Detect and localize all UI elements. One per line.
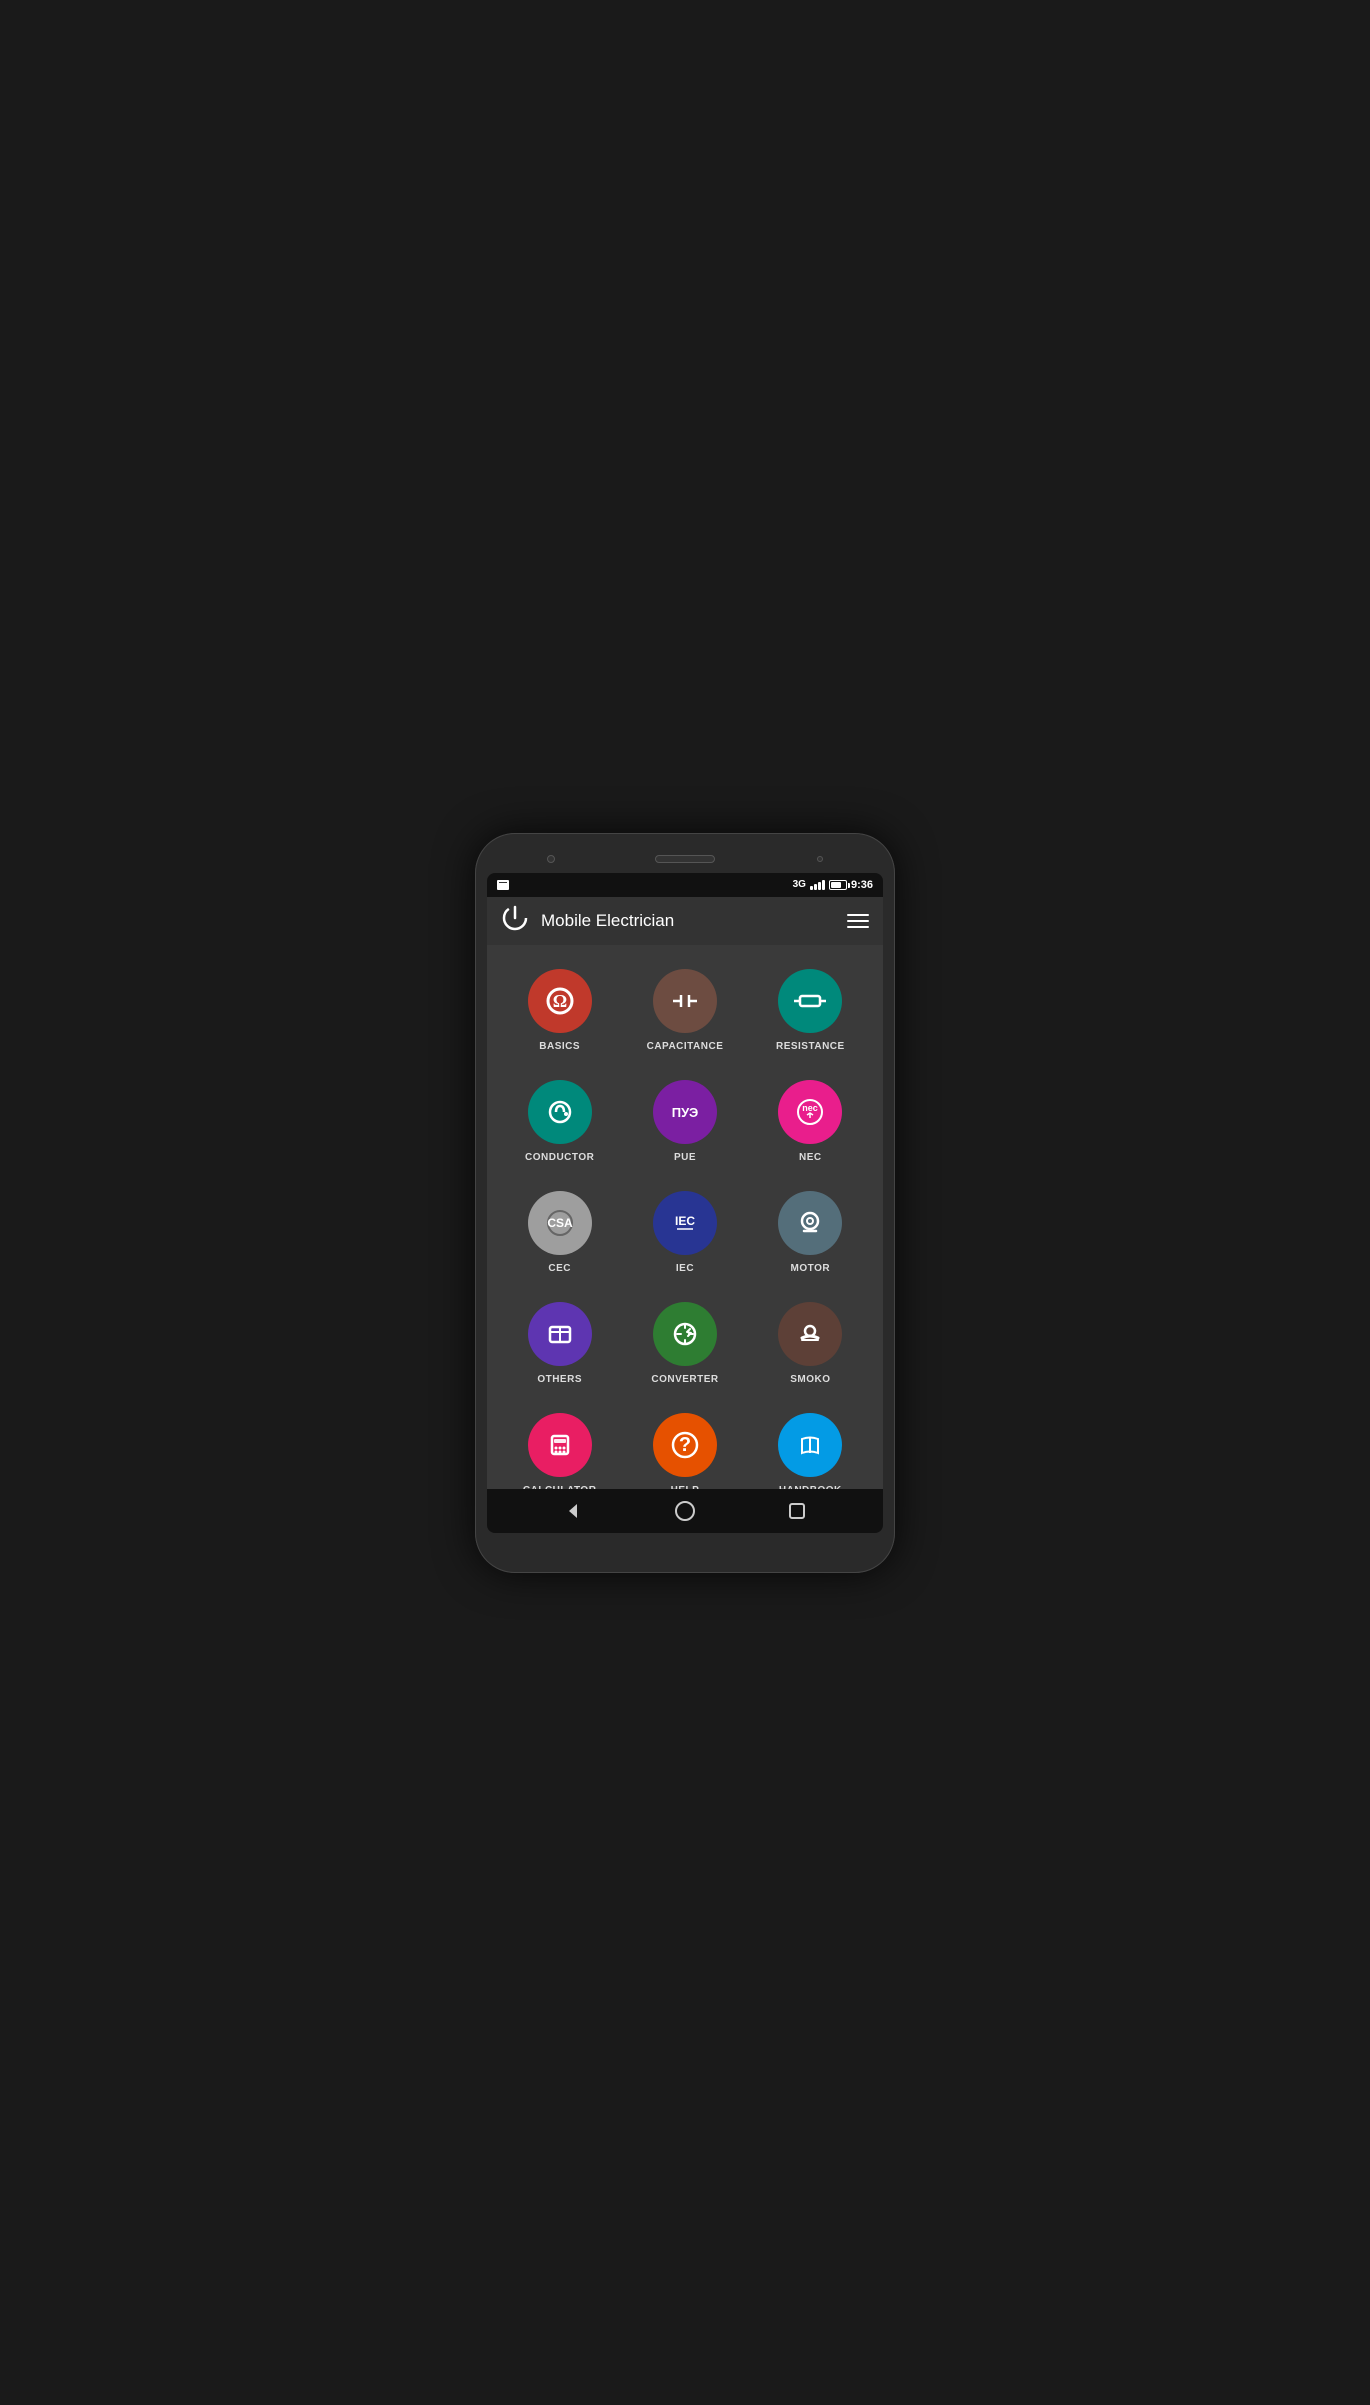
status-right: 3G 9:36 [793, 879, 873, 891]
phone-speaker [655, 855, 715, 863]
grid-item-converter[interactable]: CONVERTER [622, 1288, 747, 1399]
status-left [497, 880, 509, 890]
capacitance-label: CAPACITANCE [647, 1041, 724, 1052]
phone-sensor [817, 856, 823, 862]
grid-item-pue[interactable]: ПУЭ PUE [622, 1066, 747, 1177]
nec-label: NEC [799, 1152, 822, 1163]
grid-item-others[interactable]: OTHERS [497, 1288, 622, 1399]
navigation-bar [487, 1489, 883, 1533]
home-button[interactable] [667, 1493, 703, 1529]
grid-item-cec[interactable]: CSA CEC [497, 1177, 622, 1288]
grid-item-help[interactable]: ? HELP [622, 1399, 747, 1489]
grid-item-smoko[interactable]: SMOKO [748, 1288, 873, 1399]
converter-icon-circle [653, 1302, 717, 1366]
basics-label: BASICS [539, 1041, 580, 1052]
conductor-icon-circle [528, 1080, 592, 1144]
grid-item-handbook[interactable]: HANDBOOK [748, 1399, 873, 1489]
pue-label: PUE [674, 1152, 696, 1163]
grid-item-conductor[interactable]: CONDUCTOR [497, 1066, 622, 1177]
smoko-label: SMOKO [790, 1374, 830, 1385]
converter-label: CONVERTER [651, 1374, 718, 1385]
back-button[interactable] [555, 1493, 591, 1529]
sd-card-icon [497, 880, 509, 890]
cec-icon-circle: CSA [528, 1191, 592, 1255]
clock: 9:36 [851, 879, 873, 891]
grid-item-nec[interactable]: nec NEC [748, 1066, 873, 1177]
help-icon-circle: ? [653, 1413, 717, 1477]
phone-bottom [487, 1533, 883, 1561]
recent-button[interactable] [779, 1493, 815, 1529]
svg-text:Ω: Ω [552, 991, 566, 1011]
header-left: Mobile Electrician [501, 904, 674, 937]
battery-icon [829, 880, 847, 890]
capacitance-icon-circle [653, 969, 717, 1033]
conductor-label: CONDUCTOR [525, 1152, 594, 1163]
grid-item-iec[interactable]: IEC IEC [622, 1177, 747, 1288]
iec-label: IEC [676, 1263, 694, 1274]
app-title: Mobile Electrician [541, 911, 674, 931]
nec-icon-circle: nec [778, 1080, 842, 1144]
svg-text:IEC: IEC [675, 1214, 695, 1228]
app-content: Ω BASICS CAPACITANCE [487, 945, 883, 1489]
others-label: OTHERS [537, 1374, 582, 1385]
resistance-icon-circle [778, 969, 842, 1033]
phone-device: 3G 9:36 [475, 833, 895, 1573]
svg-text:ПУЭ: ПУЭ [672, 1105, 699, 1120]
app-header: Mobile Electrician [487, 897, 883, 945]
status-bar: 3G 9:36 [487, 873, 883, 897]
grid-item-motor[interactable]: MOTOR [748, 1177, 873, 1288]
svg-text:nec: nec [803, 1103, 819, 1113]
grid-item-basics[interactable]: Ω BASICS [497, 955, 622, 1066]
power-icon[interactable] [501, 904, 529, 937]
basics-icon-circle: Ω [528, 969, 592, 1033]
motor-label: MOTOR [791, 1263, 831, 1274]
pue-icon-circle: ПУЭ [653, 1080, 717, 1144]
grid-item-capacitance[interactable]: CAPACITANCE [622, 955, 747, 1066]
handbook-icon-circle [778, 1413, 842, 1477]
menu-button[interactable] [847, 914, 869, 928]
grid-item-calculator[interactable]: CALCULATOR [497, 1399, 622, 1489]
calculator-icon-circle [528, 1413, 592, 1477]
signal-bars [810, 880, 825, 890]
app-grid: Ω BASICS CAPACITANCE [487, 955, 883, 1489]
cec-label: CEC [548, 1263, 571, 1274]
motor-icon-circle [778, 1191, 842, 1255]
grid-item-resistance[interactable]: RESISTANCE [748, 955, 873, 1066]
others-icon-circle [528, 1302, 592, 1366]
network-indicator: 3G [793, 879, 806, 890]
svg-text:CSA: CSA [547, 1216, 573, 1230]
smoko-icon-circle [778, 1302, 842, 1366]
phone-screen: 3G 9:36 [487, 873, 883, 1533]
iec-icon-circle: IEC [653, 1191, 717, 1255]
phone-camera [547, 855, 555, 863]
phone-top-bar [487, 845, 883, 873]
resistance-label: RESISTANCE [776, 1041, 845, 1052]
svg-text:?: ? [679, 1434, 691, 1456]
